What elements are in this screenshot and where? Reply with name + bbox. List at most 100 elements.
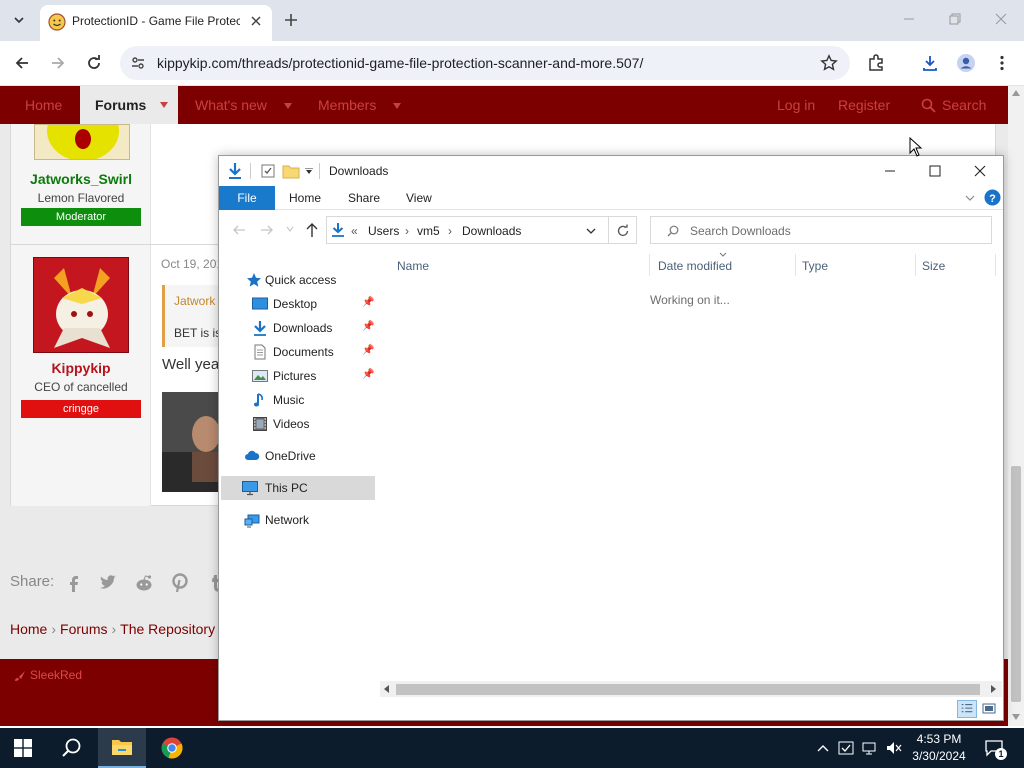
show-hidden-icons-icon[interactable]: [815, 740, 831, 756]
nav-item-network[interactable]: Network: [219, 508, 375, 532]
nav-item-downloads[interactable]: Downloads 📌: [219, 316, 375, 340]
scroll-down-icon[interactable]: [1012, 714, 1020, 720]
close-icon[interactable]: [971, 162, 989, 180]
address-bar[interactable]: kippykip.com/threads/protectionid-game-f…: [120, 46, 850, 80]
volume-muted-icon[interactable]: [886, 740, 902, 756]
column-type[interactable]: Type: [802, 259, 828, 273]
minimize-icon[interactable]: [881, 162, 899, 180]
column-name[interactable]: Name: [397, 259, 429, 273]
forward-arrow-icon[interactable]: [48, 53, 68, 73]
profile-icon[interactable]: [956, 53, 976, 73]
quote-author[interactable]: Jatwork: [174, 294, 215, 308]
chevron-down-icon[interactable]: [586, 228, 596, 235]
username[interactable]: Kippykip: [11, 360, 151, 376]
pinterest-icon[interactable]: [170, 573, 190, 593]
path-segment-vm5[interactable]: vm5: [417, 224, 440, 238]
scroll-up-icon[interactable]: [1012, 90, 1020, 96]
search-input[interactable]: Search Downloads: [650, 216, 992, 244]
nav-item-music[interactable]: Music: [219, 388, 375, 412]
expand-ribbon-icon[interactable]: [965, 194, 975, 202]
nav-forums[interactable]: Forums: [80, 86, 178, 124]
back-arrow-icon[interactable]: [12, 53, 32, 73]
column-divider[interactable]: [915, 254, 916, 276]
username[interactable]: Jatworks_Swirl: [11, 171, 151, 187]
breadcrumb-forums[interactable]: Forums: [60, 621, 107, 637]
new-folder-icon[interactable]: [282, 163, 300, 179]
back-arrow-icon[interactable]: [232, 223, 246, 237]
ribbon-tab-home[interactable]: Home: [289, 191, 321, 205]
horizontal-scrollbar-thumb[interactable]: [396, 684, 980, 695]
nav-search[interactable]: Search: [942, 97, 986, 113]
avatar[interactable]: [33, 257, 129, 353]
help-icon[interactable]: ?: [984, 189, 1001, 206]
maximize-icon[interactable]: [926, 162, 944, 180]
nav-item-this-pc[interactable]: This PC: [221, 476, 375, 500]
nav-item-quick-access[interactable]: Quick access: [219, 268, 375, 292]
nav-item-onedrive[interactable]: OneDrive: [219, 444, 375, 468]
explorer-titlebar[interactable]: Downloads: [219, 156, 1003, 186]
nav-register[interactable]: Register: [838, 97, 890, 113]
twitter-icon[interactable]: [98, 573, 118, 593]
recent-locations-icon[interactable]: [286, 226, 294, 232]
site-info-icon[interactable]: [130, 55, 146, 71]
nav-item-desktop[interactable]: Desktop 📌: [219, 292, 375, 316]
ribbon-tab-file[interactable]: File: [219, 186, 275, 210]
nav-item-documents[interactable]: Documents 📌: [219, 340, 375, 364]
page-scrollbar[interactable]: [1008, 86, 1024, 726]
nav-item-pictures[interactable]: Pictures 📌: [219, 364, 375, 388]
up-arrow-icon[interactable]: [305, 222, 319, 238]
scroll-left-icon[interactable]: [384, 685, 390, 693]
nav-whats-new[interactable]: What's new: [195, 97, 267, 113]
browser-tab[interactable]: ProtectionID - Game File Protec: [40, 5, 272, 41]
more-menu-icon[interactable]: [992, 53, 1012, 73]
ribbon-tab-share[interactable]: Share: [348, 191, 380, 205]
reddit-icon[interactable]: [134, 573, 154, 593]
path-segment-users[interactable]: Users: [368, 224, 399, 238]
details-view-icon[interactable]: [957, 700, 977, 718]
defender-icon[interactable]: [838, 740, 854, 756]
breadcrumb-home[interactable]: Home: [10, 621, 47, 637]
facebook-icon[interactable]: [64, 573, 84, 593]
close-tab-icon[interactable]: [248, 13, 264, 29]
restore-icon[interactable]: [948, 12, 962, 26]
bookmark-star-icon[interactable]: [820, 54, 838, 72]
nav-home[interactable]: Home: [25, 97, 62, 113]
network-icon[interactable]: [862, 740, 878, 756]
column-date-modified[interactable]: Date modified: [658, 259, 732, 273]
path-separator-icon[interactable]: ›: [448, 224, 452, 238]
path-segment-downloads[interactable]: Downloads: [462, 224, 521, 238]
search-icon[interactable]: [61, 737, 83, 759]
nav-members[interactable]: Members: [318, 97, 376, 113]
close-window-icon[interactable]: [994, 12, 1008, 26]
avatar[interactable]: [34, 124, 130, 160]
post-image[interactable]: [162, 392, 222, 492]
path-bar[interactable]: « Users › vm5 › Downloads: [326, 216, 609, 244]
taskbar-file-explorer[interactable]: [98, 728, 146, 768]
nav-item-videos[interactable]: Videos: [219, 412, 375, 436]
page-scrollbar-thumb[interactable]: [1011, 466, 1021, 702]
minimize-icon[interactable]: [902, 12, 916, 26]
column-divider[interactable]: [795, 254, 796, 276]
overflow-chevron-icon[interactable]: «: [351, 224, 358, 238]
tab-search-button[interactable]: [6, 7, 32, 33]
reload-icon[interactable]: [84, 53, 104, 73]
dropdown-caret-icon[interactable]: [393, 103, 401, 109]
style-chooser[interactable]: SleekRed: [30, 668, 82, 682]
breadcrumb-repository[interactable]: The Repository: [120, 621, 215, 637]
dropdown-caret-icon[interactable]: [284, 103, 292, 109]
properties-icon[interactable]: [260, 163, 276, 179]
windows-start-icon[interactable]: [14, 739, 32, 757]
download-icon[interactable]: [920, 53, 940, 73]
system-clock[interactable]: 4:53 PM 3/30/2024: [904, 731, 974, 765]
column-size[interactable]: Size: [922, 259, 945, 273]
notification-center-button[interactable]: 1: [984, 738, 1007, 760]
nav-login[interactable]: Log in: [777, 97, 815, 113]
path-separator-icon[interactable]: ›: [405, 224, 409, 238]
forward-arrow-icon[interactable]: [260, 223, 274, 237]
taskbar-chrome[interactable]: [148, 728, 196, 768]
large-icons-view-icon[interactable]: [979, 700, 999, 718]
customize-toolbar-icon[interactable]: [305, 168, 313, 174]
refresh-button[interactable]: [609, 216, 637, 244]
column-divider[interactable]: [649, 254, 650, 276]
scroll-right-icon[interactable]: [990, 685, 996, 693]
